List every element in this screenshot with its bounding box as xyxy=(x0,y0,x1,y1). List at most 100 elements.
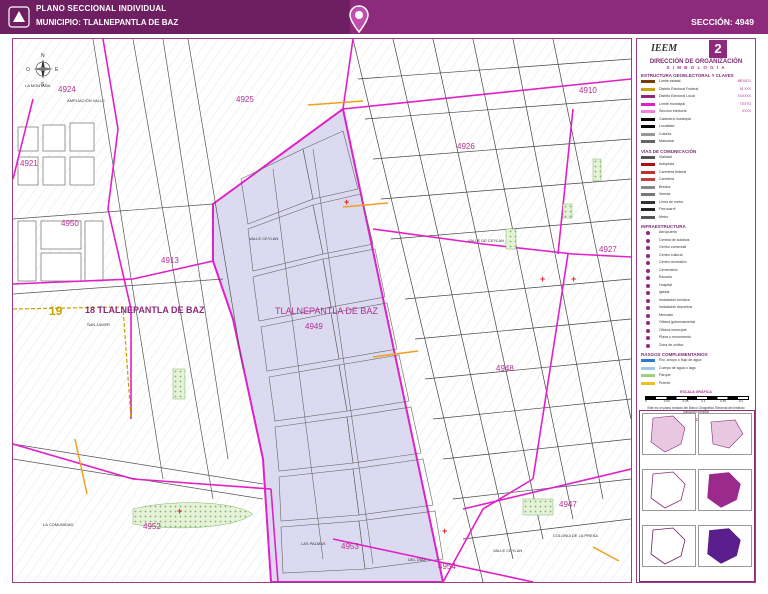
svg-text:+: + xyxy=(177,506,182,516)
scale-title: ESCALA GRÁFICA xyxy=(679,390,712,394)
legend-row-value: MÉXICO xyxy=(737,79,751,83)
legend-row-label: Puente xyxy=(659,380,671,385)
legend-row-label: Brecha xyxy=(659,184,671,189)
legend-row-label: Distrito Electoral Federal xyxy=(659,86,699,91)
plan-title: PLANO SECCIONAL INDIVIDUAL xyxy=(36,4,167,13)
svg-text:4949: 4949 xyxy=(305,322,323,331)
svg-text:N: N xyxy=(41,53,45,59)
legend-row-value: TEXTO xyxy=(739,101,751,106)
municipality-label: MUNICIPIO: TLALNEPANTLA DE BAZ xyxy=(36,18,179,27)
svg-text:AMPLIACIÓN VALLE: AMPLIACIÓN VALLE xyxy=(67,98,105,103)
legend-row-label: Cabecera municipal xyxy=(659,116,691,121)
legend-row: Puente xyxy=(637,380,755,388)
legend-row: Instalación deportiva xyxy=(637,304,755,312)
scale-tick-label: 0.05 xyxy=(682,399,689,403)
legend-row-label: Instalación deportiva xyxy=(659,305,692,309)
legend-swatch xyxy=(641,80,655,83)
location-map-federal xyxy=(642,469,696,511)
legend-row-label: Cuerpo de agua o lago xyxy=(659,365,696,370)
legend-row: Colonia xyxy=(637,131,755,139)
legend-row-label: Río, arroyo o flujo de agua xyxy=(659,358,702,362)
legend-row: Oficina gubernamental xyxy=(637,319,755,327)
legend-row: Cementerio xyxy=(637,267,755,275)
legend-swatch xyxy=(646,306,650,310)
svg-text:O: O xyxy=(26,67,30,73)
legend-row: Oficina municipal xyxy=(637,327,755,335)
legend-row: Sección electoral XXXX xyxy=(637,108,755,116)
scale-tick-label: 0.1 xyxy=(701,399,706,403)
legend-row-value: XXXXXX xyxy=(737,94,751,98)
legend-swatch xyxy=(641,110,655,113)
legend-swatch xyxy=(641,381,655,385)
legend-swatch xyxy=(641,185,655,189)
location-map-local xyxy=(698,469,752,511)
legend-row: Parque xyxy=(637,372,755,380)
legend-row: Carretera federal xyxy=(637,169,755,177)
svg-text:4927: 4927 xyxy=(599,245,617,254)
legend-swatch xyxy=(641,140,655,143)
legend-rows-vias: Vialidad Autopista Carretera federal Carret… xyxy=(637,154,755,222)
legend-row-label: Mercado xyxy=(659,312,673,317)
scale-tick-label: 0.15 xyxy=(720,399,726,403)
legend-row-label: Hospital xyxy=(659,282,672,287)
legend-swatch xyxy=(641,170,655,174)
legend-row-label: Autopista xyxy=(659,162,674,166)
legend-row-label: Localidad xyxy=(659,124,675,128)
svg-text:LAS PALMAS: LAS PALMAS xyxy=(301,541,326,546)
legend-panel: IEEM 2 DIRECCIÓN DE ORGANIZACIÓN S I M B… xyxy=(636,38,756,583)
location-map-state xyxy=(642,413,696,455)
legend-row-label: Colonia xyxy=(659,131,672,136)
legend-row-label: Centro recreativo xyxy=(659,260,687,264)
legend-swatch xyxy=(646,343,650,348)
scale-bar: 0 0.03 0.05 0.1 0.15 0.2 xyxy=(645,395,749,405)
district-number-label: 19 xyxy=(49,304,63,318)
legend-swatch xyxy=(646,231,650,235)
legend-swatch xyxy=(641,200,655,204)
legend-swatch xyxy=(646,268,650,273)
legend-row: Cabecera municipal xyxy=(637,116,755,124)
legend-row: Brecha xyxy=(637,184,755,192)
location-map-district xyxy=(642,525,696,567)
legend-row: Vereda xyxy=(637,191,755,199)
legend-swatch xyxy=(646,291,650,295)
legend-row-label: Centro comercial xyxy=(659,245,687,249)
legend-row: Centro recreativo xyxy=(637,259,755,267)
legend-swatch xyxy=(646,336,650,340)
legend-row: Centro cultural xyxy=(637,252,755,260)
legend-row-label: Iglesia xyxy=(659,290,670,294)
scale-tick-label: 0.03 xyxy=(663,399,670,403)
legend-row: Iglesia xyxy=(637,289,755,297)
svg-text:4925: 4925 xyxy=(236,95,254,104)
legend-row-value: XXXX xyxy=(741,109,751,113)
legend-swatch xyxy=(646,328,650,333)
header-bar: PLANO SECCIONAL INDIVIDUAL MUNICIPIO: TL… xyxy=(0,0,768,34)
legend-row: Mercado xyxy=(637,312,755,320)
legend-row: Hospital xyxy=(637,282,755,290)
legend-swatch xyxy=(641,366,655,370)
legend-swatch xyxy=(641,374,655,377)
legend-row: Manzana xyxy=(637,138,755,146)
legend-row-value: 18 XXX xyxy=(739,86,752,91)
map-frame[interactable]: + + + + + 4924 4925 4910 4926 4921 4950 … xyxy=(12,38,632,583)
svg-text:4952: 4952 xyxy=(143,522,161,531)
legend-swatch xyxy=(641,163,655,166)
legend-rows-infra: Aeropuerto Central de autobús Centro comer… xyxy=(637,229,755,349)
legend-row-label: Manzana xyxy=(659,139,674,143)
legend-row-label: Oficina gubernamental xyxy=(659,320,696,324)
legend-row: Límite estatal MÉXICO xyxy=(637,78,755,86)
ine-logo-icon xyxy=(8,6,30,28)
legend-swatch xyxy=(641,132,655,136)
svg-text:SAN JAVIER: SAN JAVIER xyxy=(87,322,110,327)
legend-swatch xyxy=(646,253,650,258)
legend-row: Central de autobús xyxy=(637,237,755,245)
svg-text:4947: 4947 xyxy=(559,500,577,509)
legend-row-label: Oficina municipal xyxy=(659,327,687,332)
ieem-logo: IEEM xyxy=(651,43,678,54)
svg-text:4954: 4954 xyxy=(438,562,456,571)
legend-row: Localidad xyxy=(637,123,755,131)
svg-text:+: + xyxy=(344,197,349,207)
legend-row-label: Zona de cultivo xyxy=(659,342,684,347)
svg-text:4921: 4921 xyxy=(20,159,38,168)
legend-row: Cuerpo de agua o lago xyxy=(637,365,755,373)
map-canvas[interactable]: + + + + + 4924 4925 4910 4926 4921 4950 … xyxy=(13,39,631,582)
